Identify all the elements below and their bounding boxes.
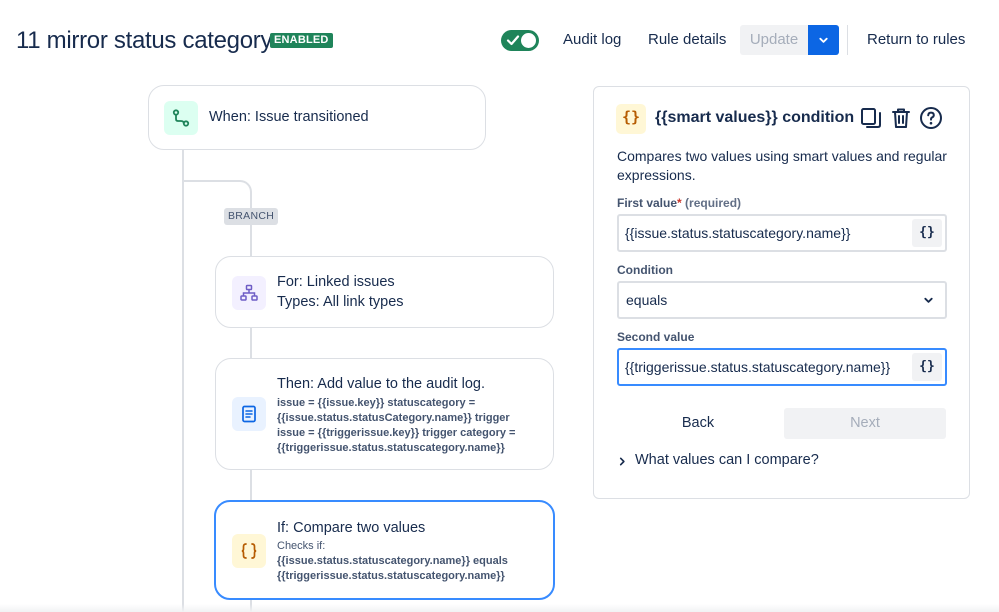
second-value-text: {{triggerissue.status.statuscategory.nam…	[625, 359, 891, 375]
document-icon	[242, 405, 256, 423]
condition-config-panel: {} {{smart values}} condition Compares t…	[593, 86, 970, 499]
smart-values-icon-glyph: {}	[621, 108, 641, 126]
audit-log-button[interactable]: Audit log	[553, 25, 631, 55]
condition-title: If: Compare two values	[277, 520, 426, 536]
return-to-rules-button[interactable]: Return to rules	[857, 25, 975, 55]
rule-header: 11 mirror status category ENABLED Audit …	[0, 0, 999, 80]
update-options-button[interactable]	[808, 25, 839, 55]
next-button[interactable]: Next	[784, 408, 946, 439]
condition-select[interactable]: equals	[617, 281, 947, 319]
condition-icon-box	[232, 534, 266, 568]
first-value-label: First value* (required)	[617, 196, 741, 210]
chevron-right-icon	[619, 457, 625, 466]
first-value-text: {{issue.status.statuscategory.name}}	[625, 225, 851, 241]
trigger-card[interactable]: When: Issue transitioned	[148, 85, 486, 150]
panel-title: {{smart values}} condition	[655, 109, 855, 126]
toggle-knob	[521, 33, 536, 48]
header-divider	[847, 25, 848, 55]
required-hint: (required)	[685, 196, 742, 210]
branch-card[interactable]: For: Linked issues Types: All link types	[215, 256, 554, 328]
second-value-field[interactable]: {{triggerissue.status.statuscategory.nam…	[617, 348, 947, 386]
rule-enabled-toggle[interactable]	[501, 30, 539, 51]
action-card[interactable]: Then: Add value to the audit log. issue …	[215, 358, 554, 470]
duplicate-icon[interactable]	[859, 106, 883, 130]
flow-line-branch-v2	[250, 225, 252, 256]
action-icon-box	[232, 397, 266, 431]
help-icon[interactable]	[919, 106, 943, 130]
chevron-down-icon	[819, 37, 828, 43]
delete-icon[interactable]	[889, 106, 913, 130]
condition-card[interactable]: If: Compare two values Checks if: {{issu…	[214, 500, 555, 600]
branch-icon-box	[232, 276, 266, 310]
first-value-field[interactable]: {{issue.status.statuscategory.name}} {}	[617, 214, 947, 252]
trigger-icon-box	[164, 101, 198, 135]
bottom-edge-shade	[0, 604, 999, 612]
status-badge: ENABLED	[270, 33, 333, 48]
condition-detail: {{issue.status.statuscategory.name}} equ…	[277, 555, 508, 582]
branch-subtitle: Types: All link types	[277, 294, 404, 310]
first-value-label-text: First value	[617, 196, 678, 210]
condition-label: Condition	[617, 263, 673, 277]
hierarchy-icon	[240, 284, 258, 301]
back-button[interactable]: Back	[617, 408, 779, 439]
flow-line-branch-v3	[250, 328, 252, 358]
check-icon	[506, 35, 520, 46]
smart-values-icon: {}	[616, 104, 646, 134]
branch-title: For: Linked issues	[277, 274, 395, 290]
page-title: 11 mirror status category	[16, 27, 273, 54]
chevron-down-icon	[924, 297, 933, 303]
second-value-smart-button[interactable]: {}	[912, 353, 942, 381]
compare-help-text: What values can I compare?	[635, 452, 819, 468]
action-detail: issue = {{issue.key}} statuscategory = {…	[277, 397, 516, 454]
update-button[interactable]: Update	[740, 25, 808, 55]
braces-icon	[241, 543, 257, 559]
condition-checks-label: Checks if:	[277, 540, 326, 552]
second-value-label: Second value	[617, 330, 695, 344]
condition-select-value: equals	[626, 292, 668, 308]
required-marker: *	[677, 196, 682, 210]
flow-line-branch-curve	[232, 180, 252, 200]
flow-line-branch-v1	[250, 198, 252, 208]
branch-tag: BRANCH	[224, 208, 279, 225]
action-title: Then: Add value to the audit log.	[277, 376, 485, 392]
first-value-smart-button[interactable]: {}	[912, 219, 942, 247]
transition-icon	[172, 109, 190, 127]
rule-details-button[interactable]: Rule details	[638, 25, 736, 55]
trigger-title: When: Issue transitioned	[209, 109, 369, 125]
flow-line-main	[182, 150, 184, 612]
panel-description: Compares two values using smart values a…	[617, 148, 947, 183]
flow-line-branch-v4	[250, 470, 252, 500]
